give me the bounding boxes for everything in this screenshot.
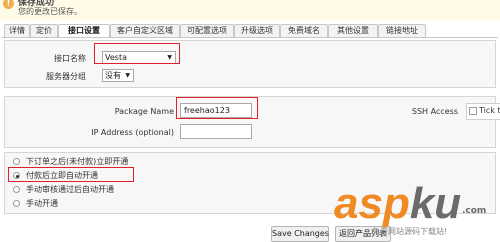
chevron-down-icon: ▼ xyxy=(125,72,130,79)
ip-address-input[interactable] xyxy=(180,124,252,139)
ssh-access-text: Tick to xyxy=(479,106,500,115)
success-text: 您的更改已保存。 xyxy=(18,7,82,16)
tab-other[interactable]: 其他设置 xyxy=(328,24,378,37)
server-group-label: 服务器分组 xyxy=(46,72,86,81)
tab-free-domain[interactable]: 免费域名 xyxy=(280,24,328,37)
tab-links[interactable]: 链接地址 xyxy=(378,24,426,37)
tab-divider xyxy=(2,37,498,38)
server-group-value: 没有 xyxy=(105,71,121,80)
success-icon: ! xyxy=(3,0,14,9)
watermark-brand-b: ku xyxy=(409,179,462,228)
tab-upgrades[interactable]: 升级选项 xyxy=(234,24,280,37)
highlight-box-module xyxy=(94,43,180,64)
tab-custom-fields[interactable]: 客户自定义区域 xyxy=(110,24,180,37)
tab-bar: 详情 定价 接口设置 客户自定义区域 可配置选项 升级选项 免费域名 其他设置 … xyxy=(4,24,498,38)
watermark-tagline: 免费网站源码下载站! xyxy=(372,227,448,236)
watermark-brand-a: asp xyxy=(334,179,410,228)
success-message-bar: ! 保存成功 您的更改已保存。 xyxy=(0,0,500,20)
setup-option-label: 下订单之后(未付款)立即开通 xyxy=(26,157,129,166)
radio-setup-on-approval[interactable] xyxy=(13,186,20,193)
site-watermark: aspku .com 免费网站源码下载站! xyxy=(334,182,500,240)
highlight-box-setup xyxy=(8,167,134,182)
tab-pricing[interactable]: 定价 xyxy=(30,24,58,37)
server-group-select[interactable]: 没有 ▼ xyxy=(102,69,134,82)
watermark-domain: .com xyxy=(462,206,487,216)
tab-details[interactable]: 详情 xyxy=(4,24,30,37)
ssh-access-checkbox[interactable] xyxy=(469,107,477,115)
module-name-label: 接口名称 xyxy=(54,54,86,63)
package-name-label: Package Name xyxy=(114,107,174,116)
setup-option-label: 手动开通 xyxy=(26,199,58,208)
tab-module-settings[interactable]: 接口设置 xyxy=(58,24,110,38)
highlight-box-package xyxy=(176,97,258,119)
radio-setup-on-order[interactable] xyxy=(13,158,20,165)
radio-setup-manual[interactable] xyxy=(13,200,20,207)
tab-configurable-options[interactable]: 可配置选项 xyxy=(180,24,234,37)
setup-option-label: 手动审核通过后自动开通 xyxy=(26,185,114,194)
ip-address-label: IP Address (optional) xyxy=(91,128,174,137)
ssh-access-label: SSH Access xyxy=(411,107,458,116)
